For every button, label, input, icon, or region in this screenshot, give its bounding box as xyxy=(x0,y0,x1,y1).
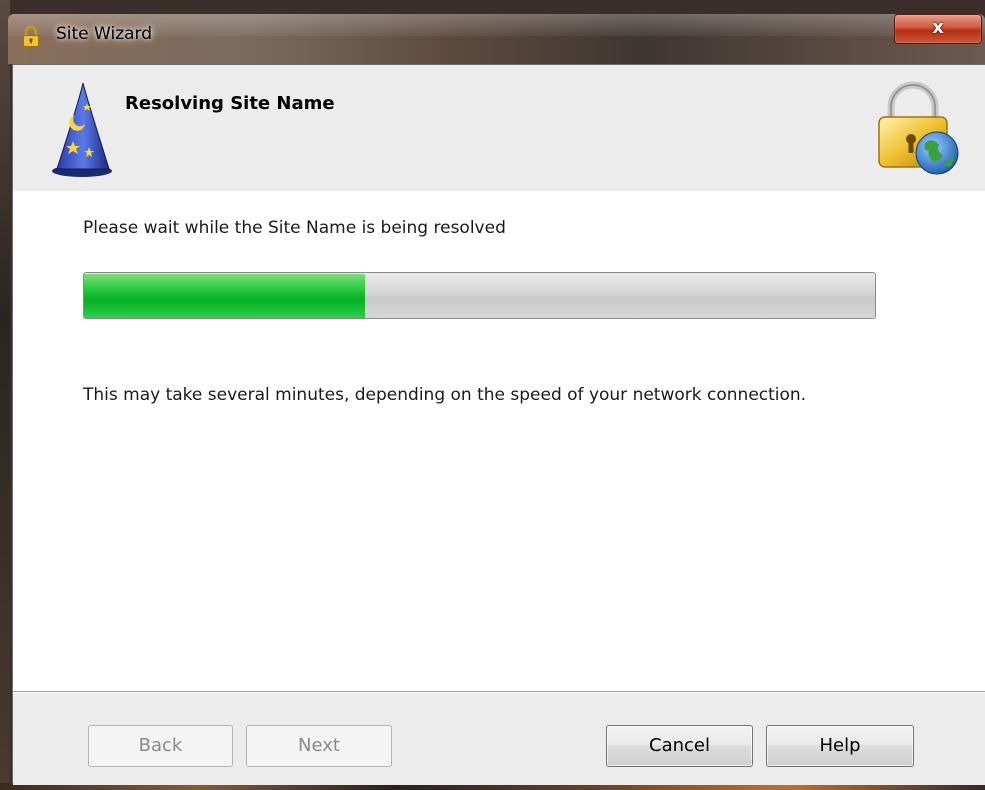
wizard-hat-icon xyxy=(52,82,112,177)
next-button[interactable]: Next xyxy=(246,725,392,767)
info-text: This may take several minutes, depending… xyxy=(83,385,807,405)
close-button[interactable]: x xyxy=(894,14,982,44)
status-text: Please wait while the Site Name is being… xyxy=(83,218,506,238)
cancel-button[interactable]: Cancel xyxy=(606,725,753,767)
site-wizard-window: Site Wizard x Resolving Site Name Please… xyxy=(0,0,985,786)
lock-globe-icon xyxy=(878,81,959,175)
progress-bar xyxy=(83,272,876,319)
wizard-header: Resolving Site Name xyxy=(13,65,985,192)
title-bar[interactable] xyxy=(8,14,985,64)
back-button[interactable]: Back xyxy=(88,725,233,767)
window-title: Site Wizard xyxy=(56,24,153,44)
progress-bar-fill xyxy=(84,273,365,318)
close-icon: x xyxy=(932,17,944,38)
padlock-icon xyxy=(23,26,39,47)
page-title: Resolving Site Name xyxy=(125,93,335,114)
help-button[interactable]: Help xyxy=(766,725,914,767)
wizard-footer: Back Next Cancel Help xyxy=(13,691,985,785)
wizard-client-area: Resolving Site Name Please wait while th… xyxy=(12,64,985,785)
